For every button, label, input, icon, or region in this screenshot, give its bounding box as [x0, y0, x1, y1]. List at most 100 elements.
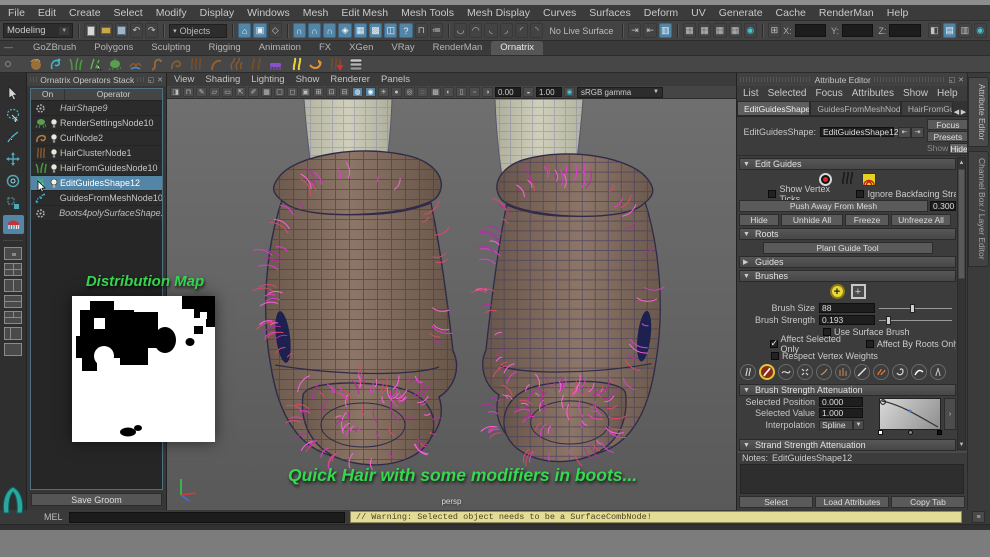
construction-curve-icon-4[interactable]: ◞	[500, 23, 513, 38]
load-attributes-button[interactable]: Load Attributes	[815, 496, 889, 508]
tab-editguidesshape12[interactable]: EditGuidesShape12	[737, 101, 810, 116]
operator-row-haircluster[interactable]: HairClusterNode1	[31, 146, 162, 161]
lock-icon[interactable]: ⊓	[415, 23, 428, 38]
select-tool-icon[interactable]	[3, 83, 24, 102]
grass-guides-icon[interactable]	[68, 57, 83, 72]
menu-display[interactable]: Display	[200, 7, 234, 19]
menu-set-selector[interactable]: Modeling▼	[3, 23, 73, 38]
layout-single-pane-icon[interactable]	[4, 247, 22, 260]
section-brushes[interactable]: ▼Brushes	[739, 270, 956, 282]
section-edit-guides[interactable]: ▼Edit Guides	[739, 158, 956, 170]
focus-button[interactable]: Focus	[927, 119, 969, 130]
ramp-handle-right[interactable]	[937, 430, 942, 435]
pinch-brush-icon[interactable]	[816, 364, 832, 380]
vp-menu-renderer[interactable]: Renderer	[330, 74, 370, 85]
brush-circle-mode-icon[interactable]: +	[830, 284, 845, 299]
make-live-icon[interactable]: ▩	[369, 23, 382, 38]
camera-attributes-icon[interactable]: ✎	[196, 87, 207, 97]
smooth-brush-icon[interactable]	[778, 364, 794, 380]
double-curl-icon[interactable]	[248, 57, 263, 72]
chevron-down-icon[interactable]: ▼	[853, 420, 864, 430]
curl-hair-icon[interactable]	[168, 57, 183, 72]
launch-render-view-icon[interactable]: ▦	[729, 23, 742, 38]
script-editor-icon[interactable]: ≡	[972, 511, 985, 523]
selected-value-input[interactable]: 1.000	[819, 408, 863, 418]
brush-strength-input[interactable]: 0.193	[819, 315, 875, 325]
sidebar-tool-settings-icon[interactable]: ▥	[958, 23, 971, 38]
snap-together-icon[interactable]: ◫	[384, 23, 397, 38]
wave-strands-icon[interactable]	[228, 57, 243, 72]
menu-surfaces[interactable]: Surfaces	[589, 7, 630, 19]
field-chart-icon[interactable]: ⊞	[313, 87, 324, 97]
ramp-handle-left[interactable]	[878, 430, 883, 435]
gate-mask-icon[interactable]: ▣	[300, 87, 311, 97]
layout-four-pane-icon[interactable]	[4, 263, 22, 276]
ipr-render-icon[interactable]: ▦	[698, 23, 711, 38]
ae-menu-list[interactable]: List	[743, 88, 759, 99]
panel-pin-icon[interactable]: ◱	[949, 76, 956, 84]
panel-in-icon[interactable]: ⇥	[628, 23, 641, 38]
layout-two-pane-side-icon[interactable]	[4, 279, 22, 292]
scroll-down-icon[interactable]: ▼	[959, 440, 965, 449]
ramp-widget[interactable]	[879, 398, 941, 430]
history-icon[interactable]: ≔	[430, 23, 443, 38]
highlight-selection-icon[interactable]: ▥	[659, 23, 672, 38]
menu-deform[interactable]: Deform	[644, 7, 678, 19]
operator-row-rendersettings[interactable]: RenderSettingsNode10	[31, 116, 162, 131]
panel-close-icon[interactable]: ✕	[958, 76, 964, 84]
lock-camera-icon[interactable]: ⊓	[183, 87, 194, 97]
construction-curve-icon-2[interactable]: ◠	[469, 23, 482, 38]
node-name-input[interactable]: EditGuidesShape12	[820, 127, 894, 137]
gamma-icon[interactable]: ◒	[523, 87, 534, 97]
menu-mesh-tools[interactable]: Mesh Tools	[401, 7, 454, 19]
panel-close-icon[interactable]: ✕	[157, 76, 163, 84]
operator-row-boots-mesh[interactable]: Boots4polySurfaceShape1	[31, 206, 162, 221]
color-space-select[interactable]: sRGB gamma▼	[577, 87, 663, 98]
safe-title-icon[interactable]: ⊟	[339, 87, 350, 97]
construction-curve-icon-6[interactable]: ◝	[530, 23, 543, 38]
paint-brush-icon[interactable]	[854, 364, 870, 380]
presets-button[interactable]: Presets	[927, 131, 969, 142]
shelf-tab-animation[interactable]: Animation	[250, 41, 310, 55]
brush-strength-slider[interactable]	[879, 315, 952, 325]
viewport-canvas[interactable]: persp	[167, 99, 736, 510]
shelf-tab-renderman[interactable]: RenderMan	[424, 41, 492, 55]
isolate-select-icon[interactable]: ▯	[456, 87, 467, 97]
shelf-tab-fx[interactable]: FX	[310, 41, 340, 55]
selected-position-input[interactable]: 0.000	[819, 397, 863, 407]
absolute-transform-icon[interactable]: ⊞	[768, 23, 781, 38]
gamma-value[interactable]: 1.00	[536, 87, 562, 97]
safe-action-icon[interactable]: ⊡	[326, 87, 337, 97]
layout-two-pane-stacked-icon[interactable]	[4, 295, 22, 308]
menu-curves[interactable]: Curves	[543, 7, 576, 19]
vp-menu-view[interactable]: View	[174, 74, 194, 85]
vp-menu-panels[interactable]: Panels	[381, 74, 410, 85]
shelf-minimize-icon[interactable]: —	[4, 43, 16, 53]
visibility-bulb-icon[interactable]	[48, 163, 60, 174]
compound-in-icon[interactable]: ⇤	[898, 127, 911, 138]
brush-size-input[interactable]: 88	[819, 303, 875, 313]
menu-edit-mesh[interactable]: Edit Mesh	[341, 7, 388, 19]
ornatrix-brush-tool-icon[interactable]	[3, 215, 24, 234]
operator-row-editguides-selected[interactable]: EditGuidesShape12	[31, 176, 162, 191]
render-settings-icon[interactable]: ▦	[713, 23, 726, 38]
exposure-icon[interactable]: ◑	[482, 87, 493, 97]
scrollbar-thumb[interactable]	[958, 169, 965, 279]
bend-arc-icon[interactable]	[208, 57, 223, 72]
sidebar-channel-box-icon[interactable]: ◉	[974, 23, 987, 38]
notes-text-area[interactable]	[740, 464, 964, 494]
unhide-all-button[interactable]: Unhide All	[781, 214, 843, 226]
motion-blur-icon[interactable]: ◌	[417, 87, 428, 97]
menu-mesh-display[interactable]: Mesh Display	[467, 7, 530, 19]
select-button[interactable]: Select	[739, 496, 813, 508]
ramp-handle-mid[interactable]	[908, 430, 913, 435]
select-object-icon[interactable]: ▣	[253, 23, 266, 38]
lasso-tool-icon[interactable]	[3, 105, 24, 124]
brush-size-slider[interactable]	[879, 303, 952, 313]
menu-cache[interactable]: Cache	[776, 7, 806, 19]
2d-pan-zoom-icon[interactable]: ⇱	[235, 87, 246, 97]
paint-select-tool-icon[interactable]	[3, 127, 24, 146]
operator-row-hairshape[interactable]: HairShape9	[31, 101, 162, 116]
film-gate-icon[interactable]: ▢	[274, 87, 285, 97]
red-arrow-strands-icon[interactable]	[328, 57, 343, 72]
